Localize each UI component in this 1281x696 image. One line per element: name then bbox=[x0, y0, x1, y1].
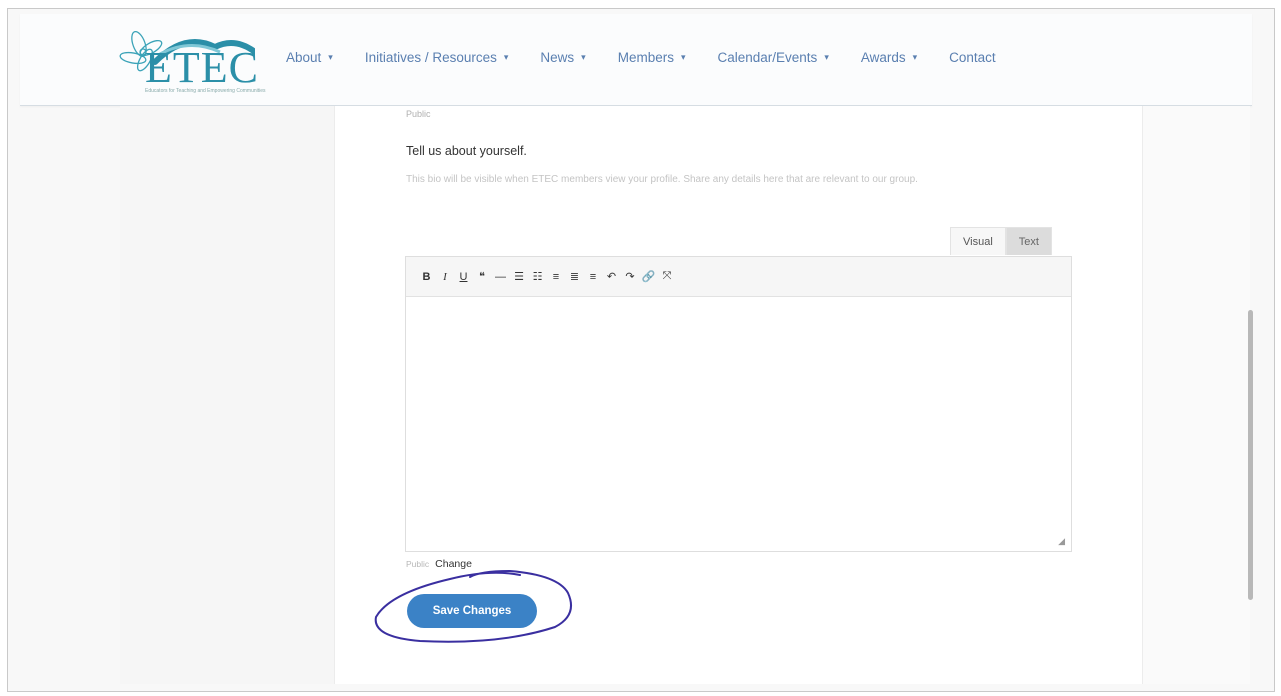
nav-awards-label: Awards bbox=[860, 50, 906, 65]
chevron-down-icon: ▾ bbox=[912, 52, 918, 62]
logo-wordmark: ETEC bbox=[145, 43, 259, 92]
fullscreen-icon[interactable]: ⤧ bbox=[659, 270, 676, 283]
tab-text[interactable]: Text bbox=[1005, 227, 1052, 255]
resize-handle-icon[interactable]: ◢ bbox=[1058, 536, 1065, 547]
undo-icon[interactable]: ↶ bbox=[603, 270, 620, 283]
nav-calendar-events[interactable]: Calendar/Events ▾ bbox=[718, 50, 829, 65]
nav-awards[interactable]: Awards ▾ bbox=[861, 50, 917, 65]
save-changes-button[interactable]: Save Changes bbox=[407, 594, 537, 628]
bulleted-list-icon[interactable]: ☰ bbox=[511, 270, 528, 283]
chevron-down-icon: ▾ bbox=[503, 52, 509, 62]
editor-toolbar: B I U ❝ ― ☰ ☷ ≡ ≣ ≡ ↶ ↷ 🔗 ⤧ bbox=[406, 257, 1071, 297]
site-logo[interactable]: ETEC Educators for Teaching and Empoweri… bbox=[115, 22, 266, 100]
chevron-down-icon: ▾ bbox=[680, 52, 686, 62]
right-margin bbox=[1142, 106, 1250, 684]
nav-calendar-label: Calendar/Events bbox=[717, 50, 818, 65]
underline-icon[interactable]: U bbox=[455, 271, 472, 283]
redo-icon[interactable]: ↷ bbox=[622, 270, 639, 283]
nav-news-label: News bbox=[540, 50, 575, 65]
align-left-icon[interactable]: ≡ bbox=[548, 271, 565, 283]
link-icon[interactable]: 🔗 bbox=[640, 270, 657, 283]
nav-contact[interactable]: Contact bbox=[949, 50, 996, 65]
chevron-down-icon: ▾ bbox=[824, 52, 829, 62]
editor-mode-tabs: Visual Text bbox=[950, 227, 1052, 255]
logo-tagline: Educators for Teaching and Empowering Co… bbox=[145, 88, 266, 94]
bio-textarea[interactable] bbox=[406, 297, 1071, 551]
previous-field-privacy: Public bbox=[406, 109, 431, 119]
numbered-list-icon[interactable]: ☷ bbox=[529, 270, 546, 283]
italic-icon[interactable]: I bbox=[437, 271, 454, 283]
nav-news[interactable]: News ▾ bbox=[540, 50, 585, 65]
privacy-label: Public bbox=[406, 559, 430, 569]
nav-initiatives-resources[interactable]: Initiatives / Resources ▾ bbox=[365, 50, 509, 65]
chevron-down-icon: ▾ bbox=[328, 52, 333, 62]
page-scrollbar[interactable] bbox=[1248, 310, 1253, 600]
nav-initiatives-label: Initiatives / Resources bbox=[364, 50, 497, 65]
align-right-icon[interactable]: ≡ bbox=[585, 271, 602, 283]
bio-field-label: Tell us about yourself. bbox=[406, 144, 527, 158]
tab-visual[interactable]: Visual bbox=[950, 227, 1006, 255]
align-center-icon[interactable]: ≣ bbox=[566, 270, 583, 283]
bio-editor: B I U ❝ ― ☰ ☷ ≡ ≣ ≡ ↶ ↷ 🔗 ⤧ ◢ bbox=[405, 256, 1072, 552]
site-header: ETEC Educators for Teaching and Empoweri… bbox=[20, 14, 1252, 106]
change-privacy-link[interactable]: Change bbox=[435, 558, 472, 570]
chevron-down-icon: ▾ bbox=[581, 52, 586, 62]
blockquote-icon[interactable]: ❝ bbox=[474, 270, 491, 283]
bold-icon[interactable]: B bbox=[418, 271, 435, 283]
privacy-row: Public Change bbox=[406, 558, 472, 570]
nav-about[interactable]: About ▾ bbox=[286, 50, 333, 65]
nav-members-label: Members bbox=[617, 50, 674, 65]
main-nav: About ▾ Initiatives / Resources ▾ News ▾… bbox=[286, 50, 1028, 65]
nav-about-label: About bbox=[286, 50, 322, 65]
horizontal-rule-icon[interactable]: ― bbox=[492, 271, 509, 283]
nav-contact-label: Contact bbox=[949, 50, 996, 65]
bio-field-description: This bio will be visible when ETEC membe… bbox=[406, 174, 918, 185]
nav-members[interactable]: Members ▾ bbox=[618, 50, 686, 65]
